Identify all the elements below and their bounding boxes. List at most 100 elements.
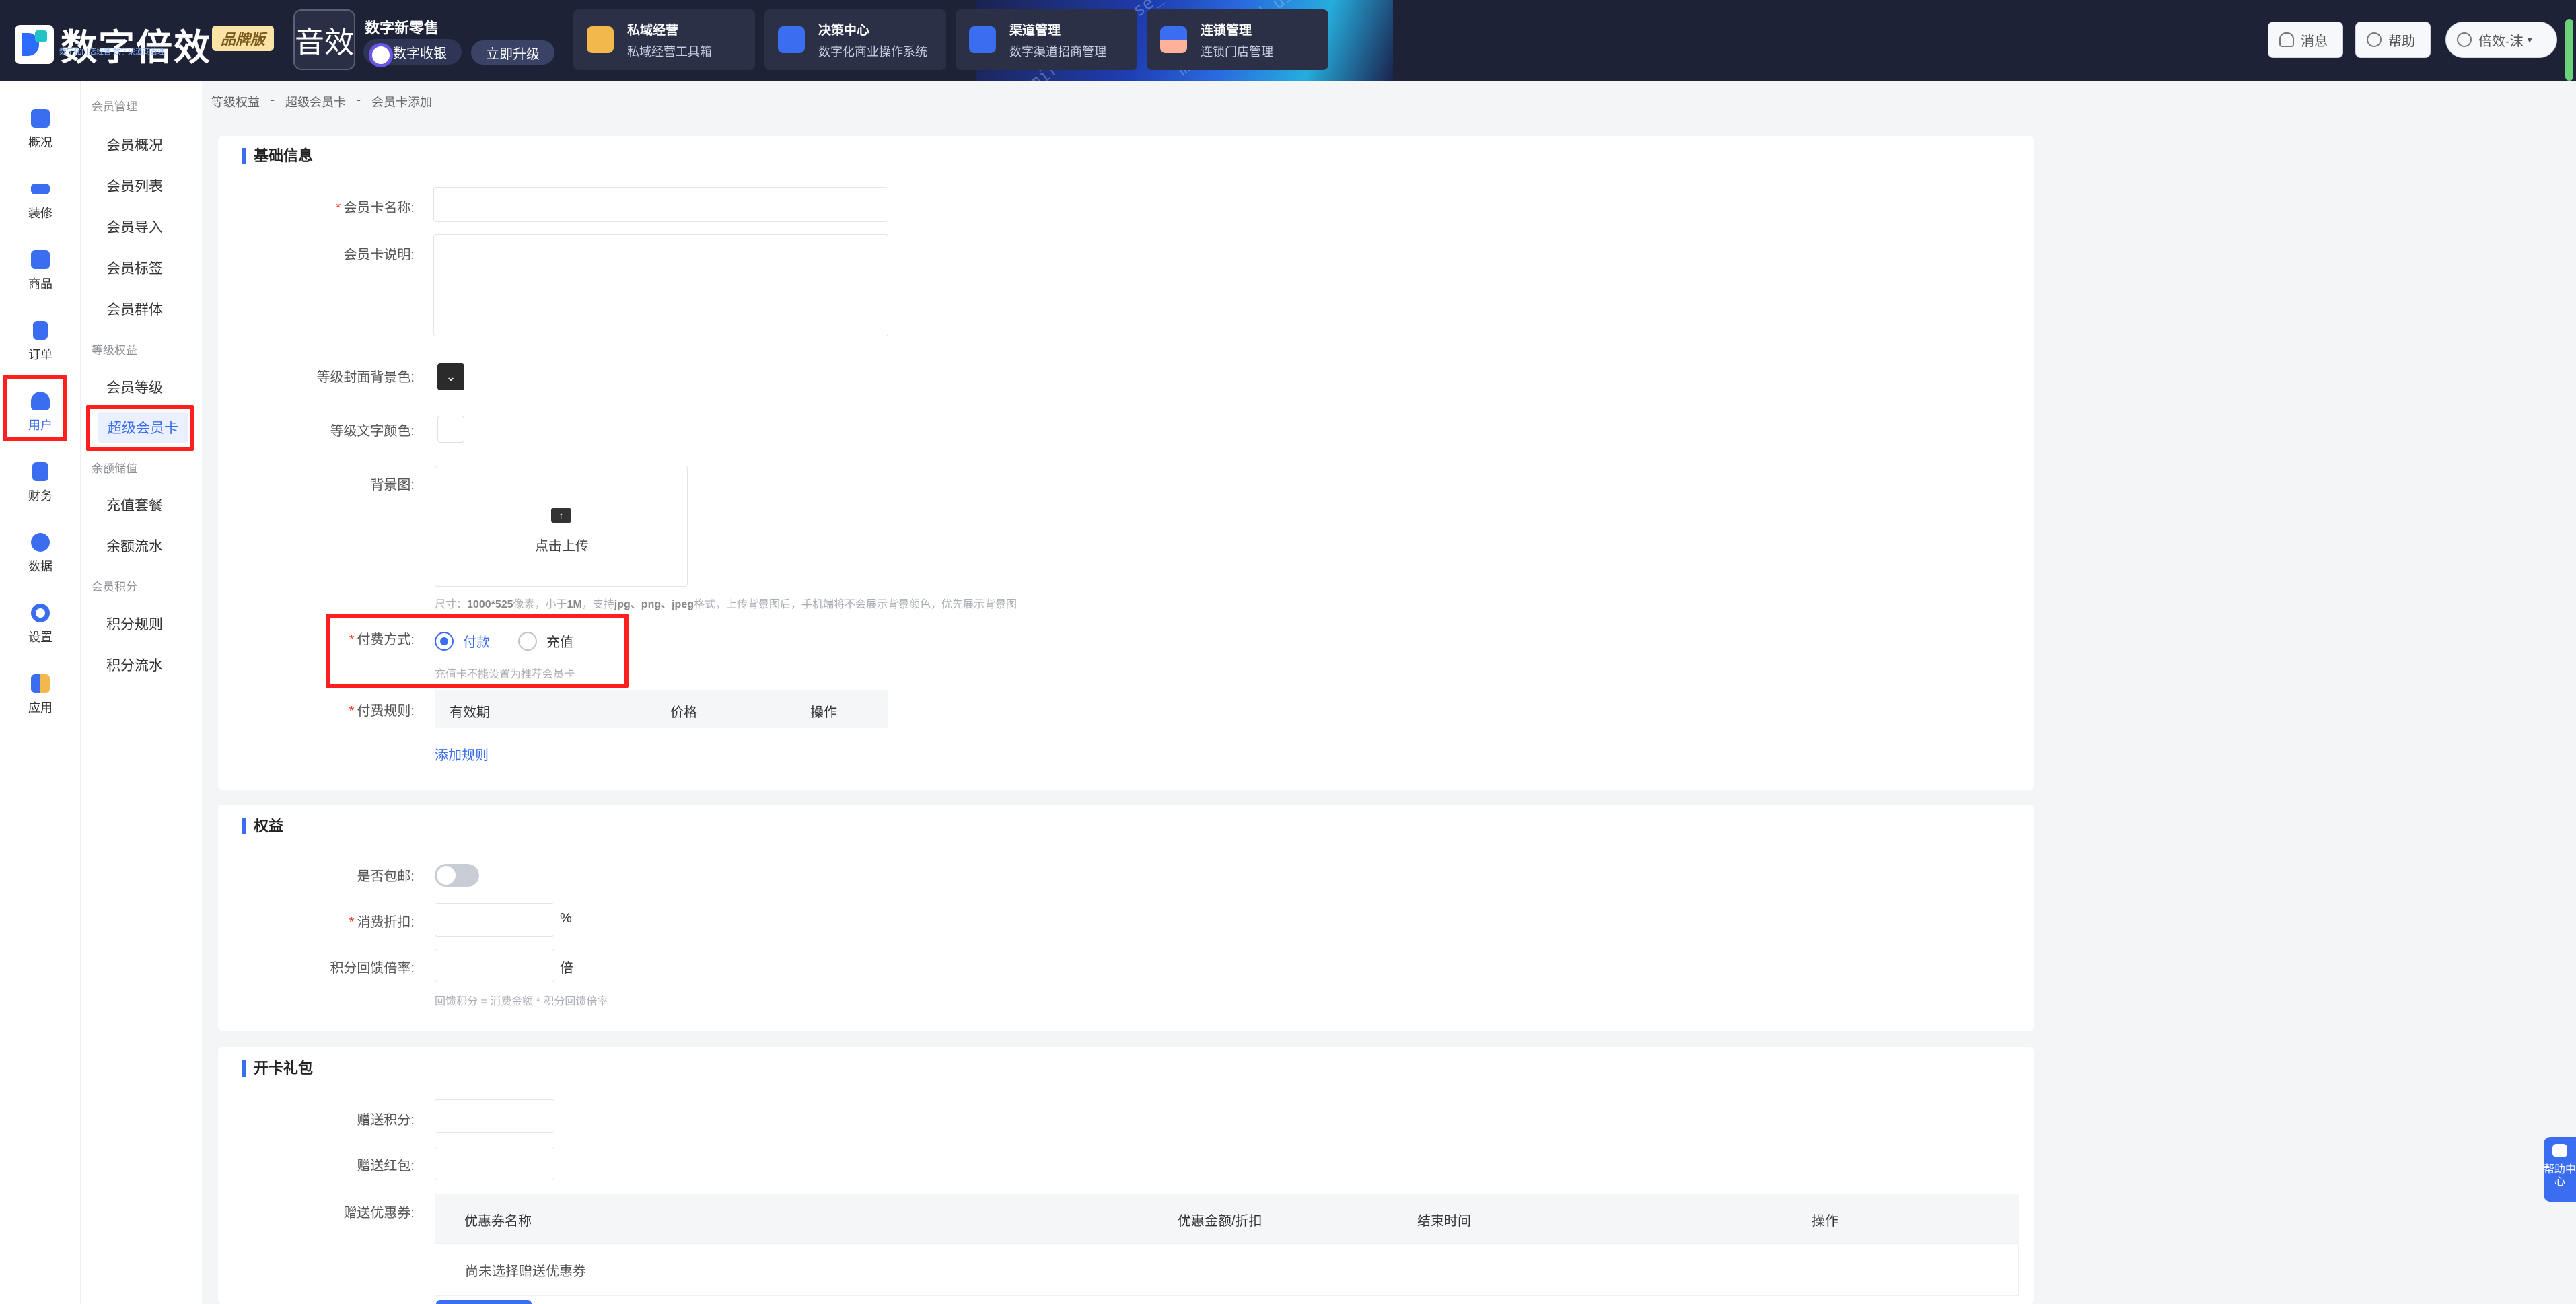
free-shipping-label: 是否包邮: [357, 869, 415, 884]
private-domain-icon [587, 26, 614, 53]
chevron-down-icon: ⌄ [445, 370, 456, 384]
gift-redpacket-label: 赠送红包: [357, 1159, 415, 1173]
section-title-basic: 基础信息 [242, 148, 313, 164]
brush-icon [31, 184, 50, 194]
menu-item-member-import[interactable]: 会员导入 [106, 217, 163, 237]
app-logo[interactable]: 数字倍效 [15, 17, 211, 71]
coupon-table-empty-row: 尚未选择赠送优惠券 [435, 1243, 2019, 1296]
nav-card-channel[interactable]: 渠道管理 数字渠道招商管理 [956, 9, 1137, 70]
card-desc-textarea[interactable] [433, 234, 888, 336]
rail-item-settings[interactable]: 设置 [0, 595, 81, 656]
card-name-label: 会员卡名称: [218, 196, 415, 216]
text-color-picker[interactable] [437, 416, 464, 443]
help-button[interactable]: 帮助 [2355, 22, 2431, 58]
rail-item-apps[interactable]: 应用 [0, 666, 81, 727]
channel-chart-icon [969, 26, 996, 53]
user-menu-button[interactable]: 倍效-沫 ▾ [2445, 22, 2557, 58]
nav-card-subtitle: 数字化商业操作系统 [818, 44, 927, 59]
menu-item-member-list[interactable]: 会员列表 [106, 176, 163, 196]
nav-card-private-domain[interactable]: 私域经营 私域经营工具箱 [573, 9, 755, 70]
rail-item-decorate[interactable]: 装修 [0, 172, 81, 232]
pay-rule-table-header: 有效期 价格 操作 [435, 690, 888, 728]
nav-card-title: 渠道管理 [1009, 23, 1061, 38]
breadcrumb-super-card[interactable]: 超级会员卡 [285, 93, 346, 110]
text-color-label: 等级文字颜色: [330, 424, 415, 439]
section-title-benefits: 权益 [242, 818, 283, 834]
scroll-indicator[interactable] [2565, 19, 2573, 81]
nav-card-decision[interactable]: 决策中心数字化商业操作系统 [764, 9, 946, 70]
bell-icon [2279, 32, 2294, 47]
nav-card-chain[interactable]: 连锁管理 连锁门店管理 [1147, 9, 1328, 70]
chart-icon [31, 109, 50, 128]
nav-card-title: 决策中心 [818, 23, 870, 38]
menu-item-balance-flow[interactable]: 余额流水 [106, 536, 163, 556]
rail-item-data[interactable]: 数据 [0, 525, 81, 585]
menu-item-recharge-package[interactable]: 充值套餐 [106, 495, 163, 515]
benefits-panel: 权益 是否包邮: 消费折扣: % 积分回馈倍率: 倍 回馈积分 = 消费金额 *… [218, 805, 2034, 1031]
store-title: 数字新零售 [365, 20, 439, 36]
menu-item-member-groups[interactable]: 会员群体 [106, 299, 163, 319]
breadcrumb: 等级权益 - 超级会员卡 - 会员卡添加 [211, 93, 432, 110]
menu-item-member-overview[interactable]: 会员概况 [106, 135, 163, 155]
menu-item-member-levels[interactable]: 会员等级 [106, 377, 163, 397]
bg-image-label: 背景图: [370, 478, 415, 493]
gift-points-input[interactable] [435, 1099, 554, 1133]
column-coupon-name: 优惠券名称 [464, 1214, 532, 1229]
points-rate-input[interactable] [435, 949, 554, 982]
cashier-pill[interactable]: 数字收银 [363, 39, 462, 67]
bg-image-hint: 尺寸：1000*525像素，小于1M，支持jpg、png、jpeg格式，上传背景… [435, 599, 1017, 610]
store-avatar[interactable]: 音效 [293, 9, 355, 70]
menu-item-member-tags[interactable]: 会员标签 [106, 258, 163, 278]
message-button[interactable]: 消息 [2268, 22, 2343, 58]
rail-label: 订单 [28, 348, 52, 361]
help-label: 帮助 [2388, 34, 2415, 49]
gift-pack-panel: 开卡礼包 赠送积分: 赠送红包: 赠送优惠券: 优惠券名称 优惠金额/折扣 结束… [218, 1047, 2034, 1304]
rail-item-finance[interactable]: 财务 [0, 454, 81, 515]
highlight-box-super-card [86, 405, 194, 451]
rail-item-goods[interactable]: 商品 [0, 242, 81, 303]
goods-icon [31, 250, 50, 269]
order-icon [33, 321, 48, 340]
column-price: 价格 [670, 705, 697, 720]
highlight-box-users [3, 375, 67, 441]
chevron-down-icon: ▾ [2527, 34, 2532, 45]
section-title-gift: 开卡礼包 [242, 1060, 313, 1077]
gift-coupon-label: 赠送优惠券: [343, 1206, 415, 1221]
apps-icon [31, 674, 50, 693]
menu-group-balance: 余额储值 [92, 462, 137, 475]
help-center-float-button[interactable]: 帮助中心 [2544, 1137, 2576, 1202]
breadcrumb-level-benefits[interactable]: 等级权益 [211, 93, 260, 110]
rail-item-overview[interactable]: 概况 [0, 101, 81, 161]
message-label: 消息 [2301, 34, 2328, 49]
breadcrumb-current: 会员卡添加 [371, 96, 432, 109]
coupon-table-header: 优惠券名称 优惠金额/折扣 结束时间 操作 [435, 1194, 2019, 1243]
column-coupon-value: 优惠金额/折扣 [1178, 1214, 1262, 1229]
bg-color-picker[interactable]: ⌄ [437, 363, 464, 390]
menu-group-level-benefits: 等级权益 [92, 344, 137, 357]
rail-item-orders[interactable]: 订单 [0, 313, 81, 373]
user-name: 倍效-沫 [2478, 34, 2524, 49]
free-shipping-toggle[interactable] [435, 864, 479, 887]
select-coupon-button[interactable] [436, 1300, 532, 1304]
upgrade-button[interactable]: 立即升级 [471, 40, 554, 65]
discount-unit: % [560, 911, 572, 926]
gift-points-label: 赠送积分: [357, 1113, 415, 1128]
finance-icon [32, 462, 48, 481]
rail-label: 数据 [28, 560, 52, 573]
rail-label: 设置 [28, 630, 52, 644]
gift-redpacket-input[interactable] [435, 1147, 554, 1180]
column-validity: 有效期 [450, 705, 490, 720]
add-rule-link[interactable]: 添加规则 [435, 744, 489, 764]
upload-folder-icon: ↑ [551, 508, 571, 523]
menu-item-points-flow[interactable]: 积分流水 [106, 655, 163, 675]
card-name-input[interactable] [433, 187, 888, 222]
rail-label: 商品 [28, 277, 52, 291]
rail-label: 概况 [28, 136, 52, 149]
bg-image-upload[interactable]: ↑ 点击上传 [435, 466, 688, 587]
rail-label: 装修 [28, 207, 52, 220]
user-avatar-icon [2457, 32, 2472, 47]
highlight-box-pay-method [326, 614, 629, 688]
discount-input[interactable] [435, 903, 554, 937]
menu-item-points-rules[interactable]: 积分规则 [106, 614, 163, 634]
breadcrumb-separator: - [357, 93, 361, 106]
